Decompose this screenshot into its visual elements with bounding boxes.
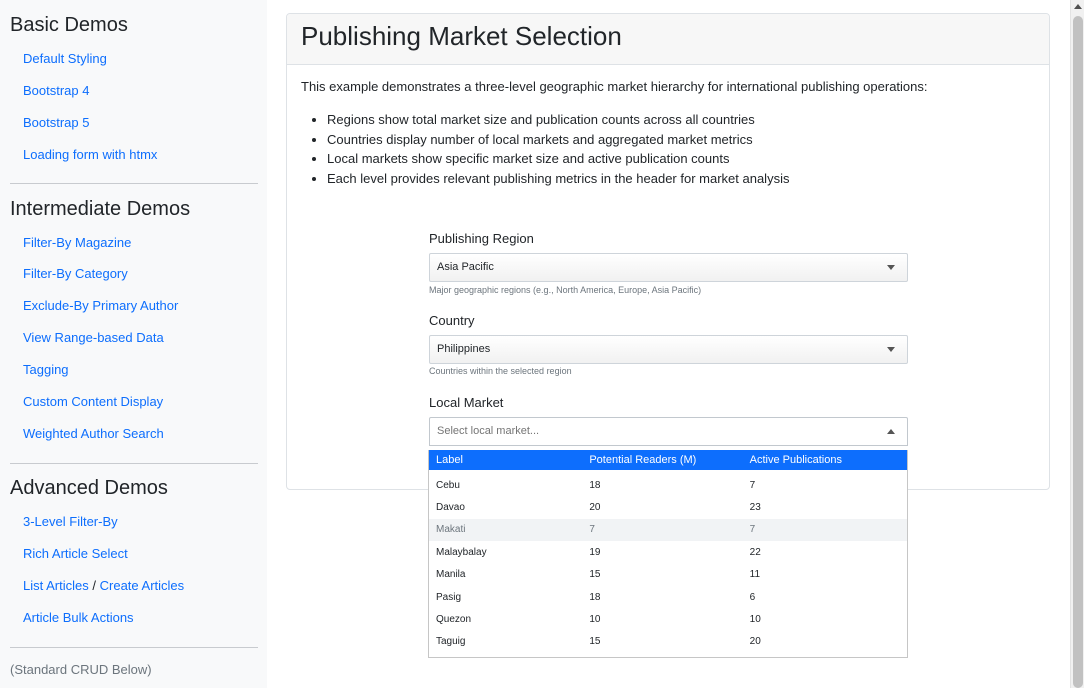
list-item: Regions show total market size and publi…: [327, 110, 1035, 130]
dropdown-option[interactable]: Taguig 15 20: [429, 631, 907, 653]
sidebar-item-bootstrap-5[interactable]: Bootstrap 5: [23, 115, 90, 131]
sidebar-divider: [10, 647, 258, 648]
option-label: Taguig: [436, 636, 466, 648]
advanced-demos-heading: Advanced Demos: [10, 477, 168, 499]
region-select-value: Asia Pacific: [437, 261, 494, 273]
option-label: Pasig: [436, 591, 462, 603]
sidebar: Basic Demos Default Styling Bootstrap 4 …: [0, 0, 267, 688]
region-label: Publishing Region: [429, 231, 534, 246]
slash-separator: /: [92, 578, 96, 593]
main-card: Publishing Market Selection This example…: [286, 13, 1050, 490]
option-label: Manila: [436, 569, 466, 581]
dropdown-option[interactable]: Cebu 18 7: [429, 474, 907, 496]
dropdown-options: Cebu 18 7 Davao 20 23 Makati 7 7 Malaybalay 19 22 Ma…: [429, 474, 907, 653]
sidebar-item-create-articles[interactable]: Create Articles: [100, 578, 185, 593]
local-market-placeholder: Select local market...: [437, 425, 540, 437]
local-market-dropdown: Label Potential Readers (M) Active Publi…: [428, 450, 908, 658]
scroll-up-icon[interactable]: [1074, 4, 1082, 9]
option-label: Cebu: [436, 479, 460, 491]
option-label: Makati: [436, 524, 466, 536]
sidebar-item-filter-by-category[interactable]: Filter-By Category: [23, 266, 128, 282]
column-header-active-publications: Active Publications: [749, 454, 842, 466]
dropdown-option[interactable]: Quezon 10 10: [429, 608, 907, 630]
option-potential-readers: 19: [589, 546, 601, 558]
sidebar-item-weighted-author-search[interactable]: Weighted Author Search: [23, 426, 164, 442]
option-active-publications: 7: [749, 524, 756, 536]
option-active-publications: 6: [749, 591, 756, 603]
list-item: Local markets show specific market size …: [327, 149, 1035, 169]
local-market-select[interactable]: Select local market...: [429, 417, 908, 446]
list-item: Each level provides relevant publishing …: [327, 169, 1035, 189]
crud-note: (Standard CRUD Below): [10, 662, 152, 677]
sidebar-item-tagging[interactable]: Tagging: [23, 362, 69, 378]
region-help-text: Major geographic regions (e.g., North Am…: [429, 285, 702, 295]
sidebar-item-filter-by-magazine[interactable]: Filter-By Magazine: [23, 235, 131, 251]
intermediate-demos-heading: Intermediate Demos: [10, 198, 191, 220]
country-label: Country: [429, 313, 475, 328]
sidebar-item-exclude-by-primary-author[interactable]: Exclude-By Primary Author: [23, 298, 178, 314]
region-select[interactable]: Asia Pacific: [429, 253, 908, 282]
option-active-publications: 20: [749, 636, 761, 648]
chevron-up-icon: [887, 429, 895, 434]
option-active-publications: 7: [749, 479, 756, 491]
sidebar-item-view-range-based-data[interactable]: View Range-based Data: [23, 330, 164, 346]
option-active-publications: 10: [749, 614, 761, 626]
option-potential-readers: 10: [589, 614, 601, 626]
sidebar-item-3-level-filter-by[interactable]: 3-Level Filter-By: [23, 514, 118, 530]
country-select[interactable]: Philippines: [429, 335, 908, 364]
sidebar-item-rich-article-select[interactable]: Rich Article Select: [23, 546, 128, 562]
option-potential-readers: 15: [589, 636, 601, 648]
intro-text: This example demonstrates a three-level …: [301, 79, 928, 94]
sidebar-item-bootstrap-4[interactable]: Bootstrap 4: [23, 83, 90, 99]
option-active-publications: 11: [749, 569, 761, 581]
option-active-publications: 22: [749, 546, 761, 558]
sidebar-item-article-bulk-actions[interactable]: Article Bulk Actions: [23, 610, 134, 626]
option-potential-readers: 18: [589, 591, 601, 603]
option-label: Quezon: [436, 614, 472, 626]
sidebar-item-loading-form-htmx[interactable]: Loading form with htmx: [23, 147, 157, 163]
option-potential-readers: 15: [589, 569, 601, 581]
dropdown-option[interactable]: Pasig 18 6: [429, 586, 907, 608]
dropdown-header-row: Label Potential Readers (M) Active Publi…: [429, 450, 907, 470]
local-market-label: Local Market: [429, 395, 504, 410]
chevron-down-icon: [887, 347, 895, 352]
card-body: This example demonstrates a three-level …: [287, 65, 1049, 446]
basic-demos-heading: Basic Demos: [10, 14, 128, 36]
option-potential-readers: 20: [589, 502, 601, 514]
card-header: Publishing Market Selection: [287, 14, 1049, 65]
dropdown-option[interactable]: Davao 20 23: [429, 496, 907, 518]
dropdown-option[interactable]: Manila 15 11: [429, 564, 907, 586]
sidebar-item-list-articles[interactable]: List Articles: [23, 578, 89, 593]
page-scrollbar[interactable]: [1070, 0, 1084, 688]
sidebar-divider: [10, 183, 258, 184]
country-help-text: Countries within the selected region: [429, 366, 572, 376]
column-header-label: Label: [436, 454, 463, 466]
option-potential-readers: 18: [589, 479, 601, 491]
dropdown-option[interactable]: Makati 7 7: [429, 518, 907, 542]
sidebar-divider: [10, 463, 258, 464]
option-potential-readers: 7: [589, 524, 595, 536]
page-title: Publishing Market Selection: [301, 21, 622, 51]
option-label: Malaybalay: [436, 546, 487, 558]
sidebar-item-custom-content-display[interactable]: Custom Content Display: [23, 394, 163, 410]
option-active-publications: 23: [749, 502, 761, 514]
dropdown-option[interactable]: Malaybalay 19 22: [429, 541, 907, 563]
list-item: Countries display number of local market…: [327, 130, 1035, 150]
sidebar-item-default-styling[interactable]: Default Styling: [23, 51, 107, 67]
scrollbar-thumb[interactable]: [1073, 16, 1083, 688]
country-select-value: Philippines: [437, 343, 491, 355]
sidebar-item-articles-group: List Articles / Create Articles: [23, 578, 184, 594]
column-header-potential-readers: Potential Readers (M): [589, 454, 697, 466]
feature-list: Regions show total market size and publi…: [301, 110, 1035, 188]
option-label: Davao: [436, 502, 465, 514]
chevron-down-icon: [887, 265, 895, 270]
